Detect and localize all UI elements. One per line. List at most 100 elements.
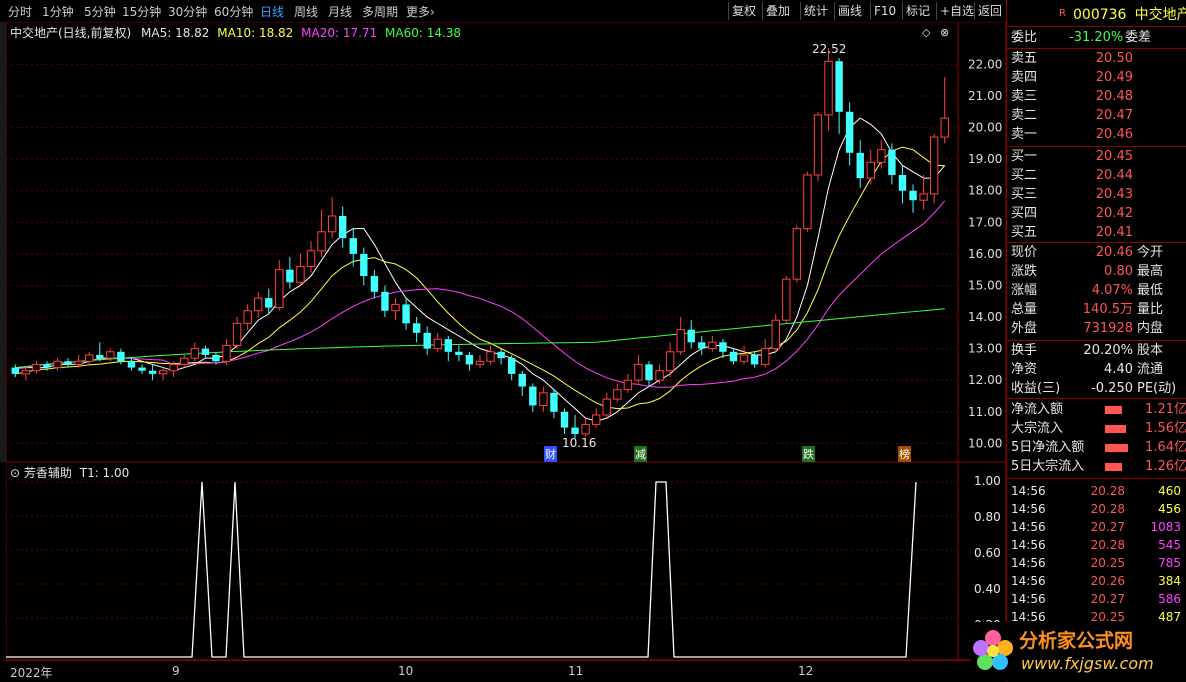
- candle-body[interactable]: [169, 363, 178, 372]
- tab-multi-period[interactable]: 多周期: [362, 3, 398, 20]
- bid-row[interactable]: 买三 20.43: [1011, 186, 1133, 204]
- candle-body[interactable]: [835, 61, 843, 112]
- candle-body[interactable]: [782, 278, 791, 321]
- tab-weekly[interactable]: 周线: [294, 3, 318, 20]
- candle-body[interactable]: [381, 291, 389, 311]
- candle-body[interactable]: [888, 149, 896, 175]
- candle-body[interactable]: [254, 297, 263, 312]
- candle-body[interactable]: [444, 339, 453, 352]
- candle-body[interactable]: [623, 379, 633, 391]
- candle-body[interactable]: [687, 329, 695, 343]
- candle-body[interactable]: [317, 231, 326, 252]
- candle-body[interactable]: [465, 354, 474, 365]
- candle-body[interactable]: [402, 304, 410, 324]
- tab-15min[interactable]: 15分钟: [122, 3, 161, 20]
- candle-body[interactable]: [719, 342, 727, 352]
- candle-body[interactable]: [349, 238, 357, 254]
- diamond-icon[interactable]: ◇: [922, 26, 930, 39]
- ask-row[interactable]: 卖四 20.49: [1011, 69, 1133, 87]
- candle-body[interactable]: [708, 341, 717, 350]
- candle-body[interactable]: [739, 354, 749, 362]
- candle-body[interactable]: [929, 136, 939, 195]
- finance-marker[interactable]: 财: [544, 446, 557, 462]
- candle-body[interactable]: [803, 174, 812, 230]
- candle-body[interactable]: [11, 367, 19, 374]
- candle-body[interactable]: [571, 427, 579, 434]
- candle-body[interactable]: [698, 342, 706, 349]
- reduce-marker[interactable]: 减: [634, 446, 647, 462]
- ask-row[interactable]: 卖一 20.46: [1011, 126, 1133, 144]
- candle-body[interactable]: [21, 370, 31, 375]
- candle-body[interactable]: [856, 152, 864, 179]
- candle-body[interactable]: [602, 398, 611, 416]
- bid-row[interactable]: 买二 20.44: [1011, 167, 1133, 185]
- candle-body[interactable]: [919, 193, 928, 201]
- candle-body[interactable]: [391, 303, 400, 312]
- candle-body[interactable]: [158, 370, 168, 375]
- candle-body[interactable]: [655, 370, 664, 381]
- candle-body[interactable]: [613, 389, 622, 400]
- candle-body[interactable]: [53, 360, 62, 369]
- candle-body[interactable]: [296, 266, 305, 283]
- tab-minute[interactable]: 分时: [8, 3, 32, 20]
- indicator-chart[interactable]: [5, 461, 1007, 661]
- candle-body[interactable]: [265, 298, 273, 308]
- stats-button[interactable]: 统计: [800, 2, 831, 20]
- candle-body[interactable]: [518, 373, 526, 387]
- ask-row[interactable]: 卖三 20.48: [1011, 88, 1133, 106]
- candle-body[interactable]: [824, 60, 833, 116]
- candle-body[interactable]: [771, 319, 780, 350]
- tab-daily[interactable]: 日线: [260, 3, 284, 20]
- candle-body[interactable]: [433, 338, 442, 350]
- candle-body[interactable]: [339, 216, 347, 239]
- tab-30min[interactable]: 30分钟: [168, 3, 207, 20]
- candle-body[interactable]: [232, 322, 242, 346]
- overlay-button[interactable]: 叠加: [762, 2, 793, 20]
- candle-body[interactable]: [148, 370, 157, 374]
- candle-body[interactable]: [676, 329, 685, 353]
- candle-body[interactable]: [645, 364, 653, 381]
- main-kline-pane[interactable]: 22.00 21.00 20.00 19.00 18.00 17.00 16.00 15.00…: [5, 21, 1007, 463]
- candle-body[interactable]: [940, 117, 949, 138]
- candle-body[interactable]: [275, 269, 284, 309]
- candle-body[interactable]: [138, 367, 146, 371]
- candle-body[interactable]: [792, 228, 802, 280]
- f10-button[interactable]: F10: [870, 2, 899, 20]
- candle-body[interactable]: [243, 310, 252, 324]
- mark-button[interactable]: 标记: [902, 2, 933, 20]
- candle-body[interactable]: [222, 344, 231, 362]
- drop-marker[interactable]: 跌: [802, 446, 815, 462]
- candle-body[interactable]: [286, 269, 294, 283]
- candle-body[interactable]: [360, 253, 368, 276]
- candle-body[interactable]: [190, 348, 200, 359]
- candle-body[interactable]: [306, 250, 316, 268]
- list-marker[interactable]: 榜: [898, 446, 911, 462]
- candle-body[interactable]: [760, 348, 770, 365]
- candle-body[interactable]: [550, 392, 558, 412]
- tab-more[interactable]: 更多›: [406, 3, 435, 20]
- candle-body[interactable]: [507, 358, 516, 374]
- candle-body[interactable]: [423, 332, 431, 349]
- candle-body[interactable]: [750, 354, 759, 365]
- candle-body[interactable]: [106, 351, 115, 359]
- candle-body[interactable]: [74, 360, 83, 365]
- candle-body[interactable]: [32, 363, 41, 372]
- candle-body[interactable]: [180, 357, 189, 365]
- candle-body[interactable]: [370, 276, 379, 292]
- add-watchlist-button[interactable]: +自选: [936, 2, 977, 20]
- candle-body[interactable]: [475, 360, 485, 365]
- ask-row[interactable]: 卖二 20.47: [1011, 107, 1133, 125]
- candle-body[interactable]: [845, 111, 854, 153]
- candle-body[interactable]: [327, 215, 337, 233]
- candle-body[interactable]: [560, 411, 569, 428]
- candle-body[interactable]: [117, 351, 125, 362]
- tab-1min[interactable]: 1分钟: [42, 3, 74, 20]
- adjust-button[interactable]: 复权: [728, 2, 759, 20]
- candle-body[interactable]: [729, 351, 738, 362]
- candle-body[interactable]: [877, 149, 886, 163]
- candle-body[interactable]: [43, 364, 51, 368]
- ask-row[interactable]: 卖五 20.50: [1011, 50, 1133, 68]
- candle-body[interactable]: [127, 361, 136, 368]
- bid-row[interactable]: 买五 20.41: [1011, 224, 1133, 242]
- candle-body[interactable]: [898, 174, 907, 191]
